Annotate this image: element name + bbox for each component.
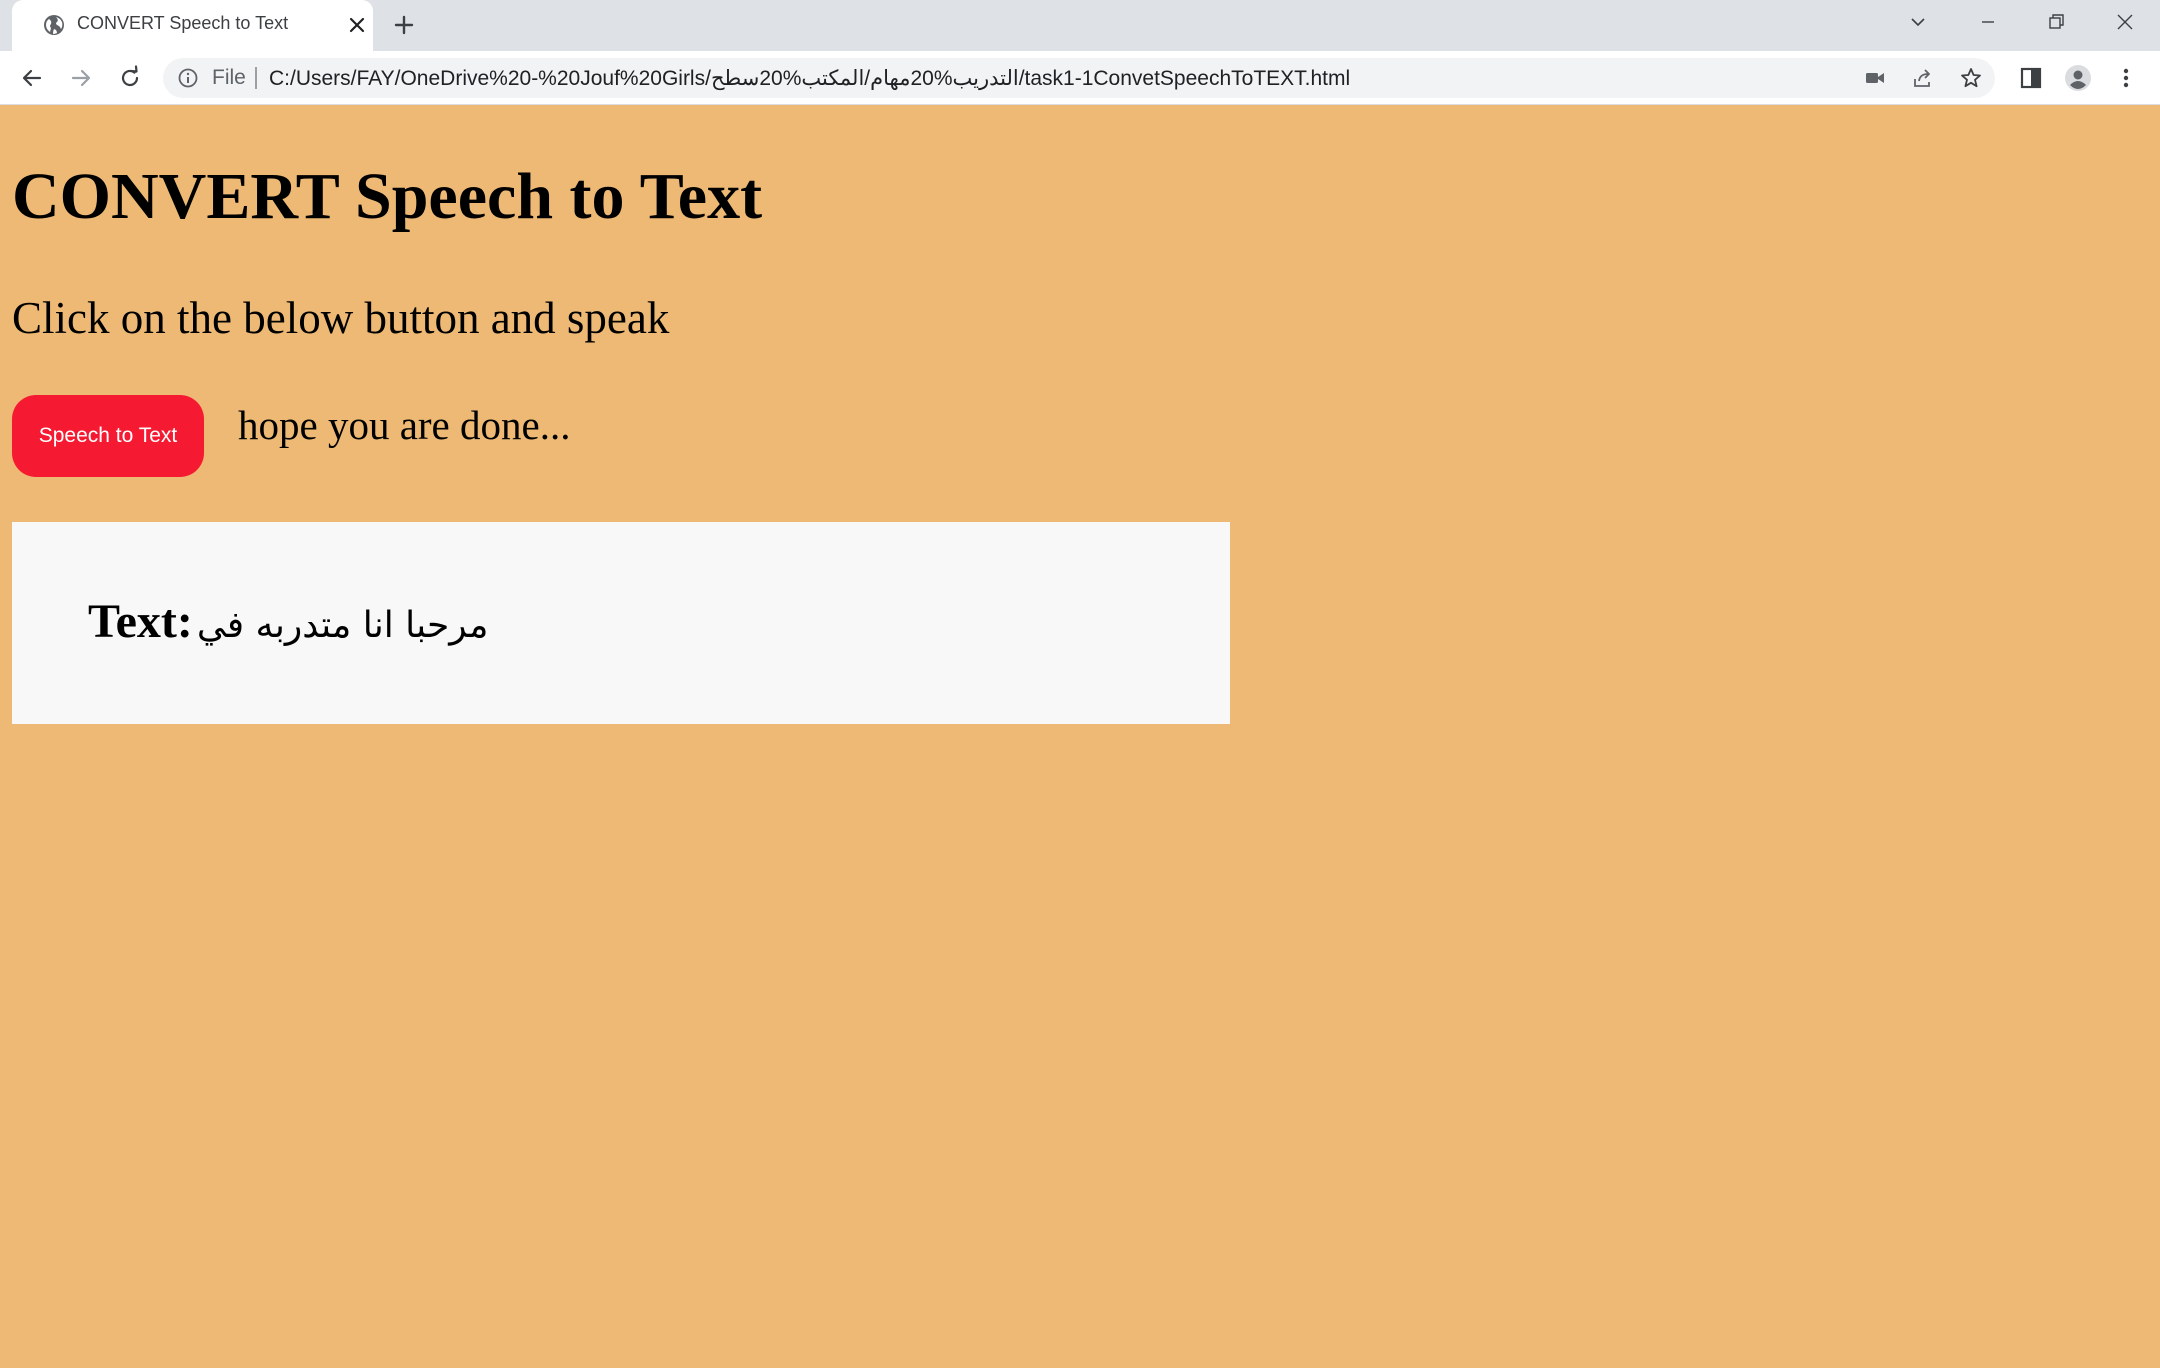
- result-line: Text: مرحبا انا متدربه في: [88, 598, 488, 646]
- page-content: CONVERT Speech to Text Click on the belo…: [0, 106, 2160, 1368]
- restore-icon[interactable]: [2044, 10, 2068, 34]
- omnibox-separator: [255, 67, 257, 89]
- speech-to-text-button[interactable]: Speech to Text: [12, 395, 204, 477]
- result-box: Text: مرحبا انا متدربه في: [12, 522, 1230, 724]
- tab-strip: CONVERT Speech to Text: [0, 0, 2160, 51]
- close-window-icon[interactable]: [2113, 10, 2137, 34]
- plus-icon[interactable]: [392, 13, 416, 37]
- close-icon[interactable]: [346, 14, 368, 36]
- arrow-left-icon[interactable]: [18, 64, 46, 92]
- result-value: مرحبا انا متدربه في: [196, 605, 489, 646]
- info-icon[interactable]: [177, 67, 199, 89]
- arrow-right-icon[interactable]: [67, 64, 95, 92]
- scheme-label: File: [212, 66, 246, 89]
- star-icon[interactable]: [1959, 66, 1983, 90]
- browser-tab[interactable]: CONVERT Speech to Text: [12, 0, 373, 51]
- address-bar[interactable]: File C:/Users/FAY/OneDrive%20-%20Jouf%20…: [163, 58, 1995, 98]
- tab-title: CONVERT Speech to Text: [77, 13, 289, 33]
- result-label: Text:: [88, 595, 193, 648]
- share-icon[interactable]: [1911, 66, 1935, 90]
- video-camera-icon[interactable]: [1863, 66, 1887, 90]
- kebab-menu-icon[interactable]: [2112, 64, 2140, 92]
- browser-toolbar: File C:/Users/FAY/OneDrive%20-%20Jouf%20…: [0, 51, 2160, 105]
- reload-icon[interactable]: [116, 64, 144, 92]
- profile-icon[interactable]: [2064, 64, 2092, 92]
- globe-icon: [44, 15, 64, 35]
- side-panel-icon[interactable]: [2017, 64, 2045, 92]
- chevron-down-icon[interactable]: [1906, 10, 1930, 34]
- page-title: CONVERT Speech to Text: [12, 160, 763, 233]
- instruction-text: Click on the below button and speak: [12, 293, 670, 343]
- status-text: hope you are done...: [238, 402, 571, 448]
- minimize-icon[interactable]: [1976, 10, 2000, 34]
- url-text[interactable]: C:/Users/FAY/OneDrive%20-%20Jouf%20Girls…: [269, 66, 1350, 91]
